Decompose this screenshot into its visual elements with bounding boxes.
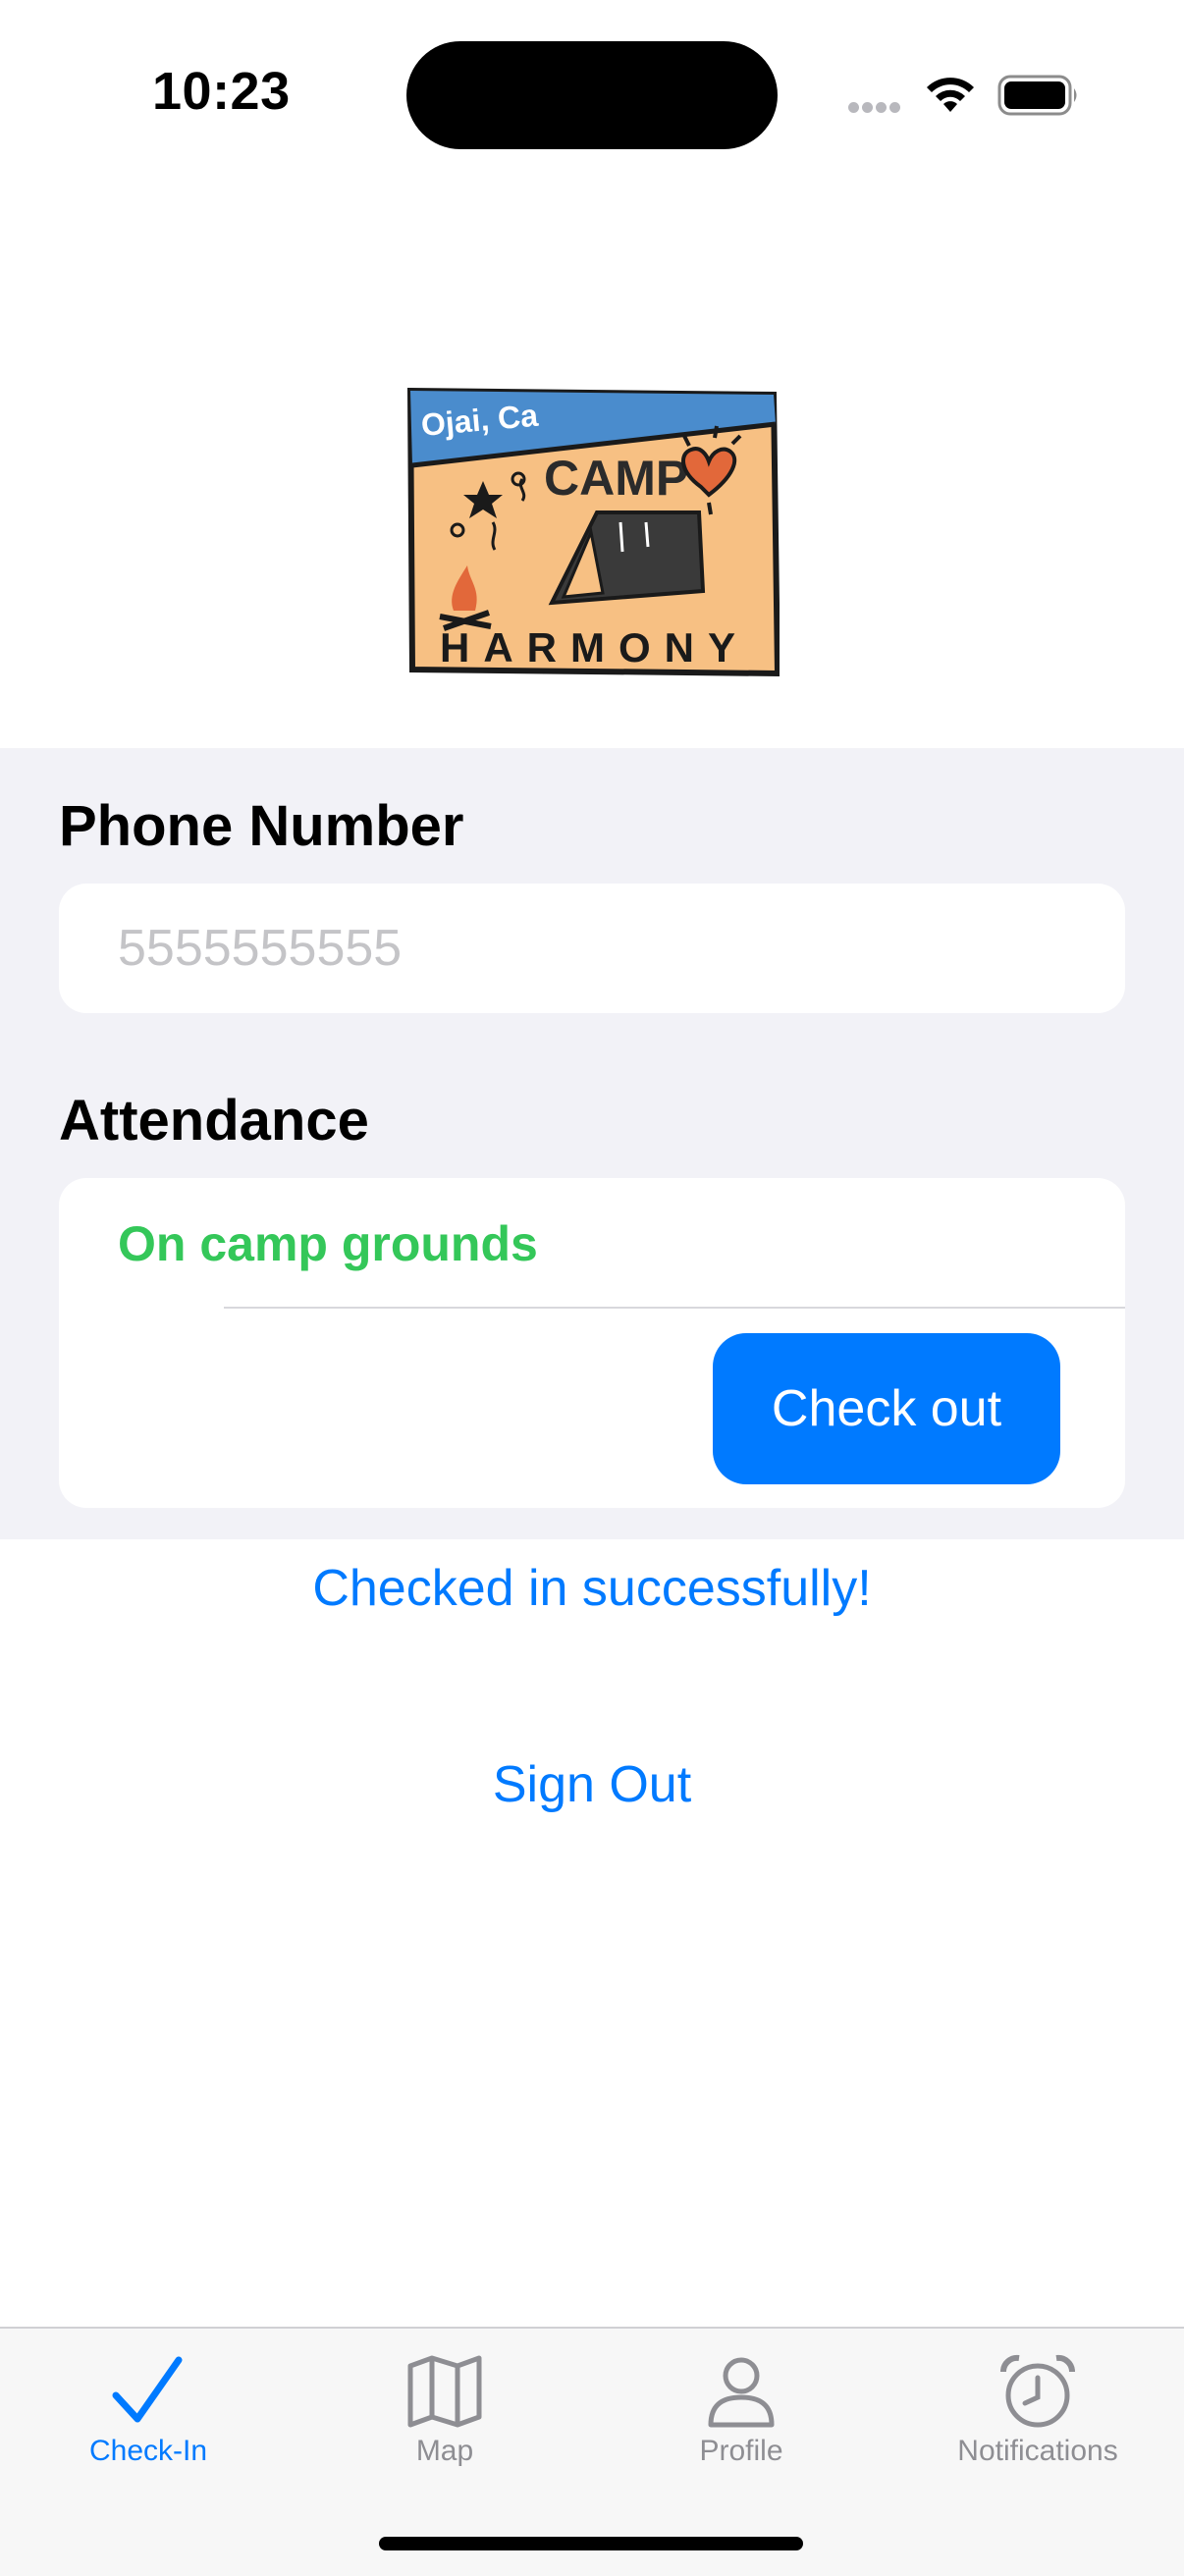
success-message: Checked in successfully! <box>312 1560 872 1617</box>
tab-notifications[interactable]: Notifications <box>889 2329 1184 2505</box>
attendance-label: Attendance <box>59 1089 369 1153</box>
tab-label: Profile <box>699 2435 783 2467</box>
phone-number-input[interactable] <box>59 884 1125 1013</box>
status-time: 10:23 <box>152 62 291 121</box>
camp-harmony-logo: Ojai, Ca CAMP HARMONY <box>406 387 780 677</box>
tab-label: Notifications <box>957 2435 1118 2467</box>
tab-map[interactable]: Map <box>296 2329 593 2505</box>
svg-text:HARMONY: HARMONY <box>440 624 749 671</box>
svg-text:CAMP: CAMP <box>544 451 688 506</box>
wifi-icon <box>927 78 974 112</box>
tab-profile[interactable]: Profile <box>593 2329 889 2505</box>
checkmark-icon <box>112 2356 183 2423</box>
attendance-card: On camp grounds Check out <box>59 1178 1125 1508</box>
map-icon <box>407 2355 482 2428</box>
home-indicator <box>379 2537 803 2550</box>
divider <box>224 1307 1125 1309</box>
person-icon <box>708 2357 775 2428</box>
tab-check-in[interactable]: Check-In <box>0 2329 296 2505</box>
dynamic-island <box>406 41 778 149</box>
tab-label: Map <box>415 2435 474 2467</box>
phone-number-label: Phone Number <box>59 794 464 858</box>
alarm-clock-icon <box>999 2354 1076 2428</box>
tab-label: Check-In <box>88 2435 208 2467</box>
sign-out-button[interactable]: Sign Out <box>445 1755 739 1814</box>
status-bar: 10:23 <box>0 0 1184 187</box>
check-out-button[interactable]: Check out <box>713 1333 1060 1484</box>
cellular-signal-icon <box>848 100 903 118</box>
attendance-status: On camp grounds <box>118 1216 538 1271</box>
battery-icon <box>997 75 1077 116</box>
